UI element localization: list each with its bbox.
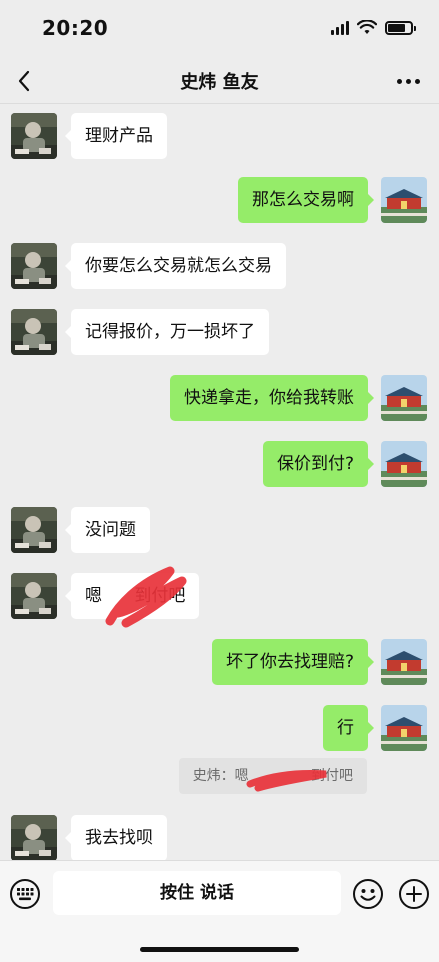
- message-row: 那怎么交易啊: [0, 177, 439, 223]
- signal-icon: [331, 20, 349, 35]
- message-row: 坏了你去找理赔?: [0, 639, 439, 685]
- contact-avatar[interactable]: [11, 815, 57, 860]
- contact-avatar[interactable]: [11, 243, 57, 289]
- message-row: 你要怎么交易就怎么交易: [0, 243, 439, 289]
- my-avatar[interactable]: [381, 705, 427, 751]
- my-avatar[interactable]: [381, 639, 427, 685]
- hold-to-talk-button[interactable]: 按住 说话: [53, 871, 341, 915]
- chat-area[interactable]: 理财产品那怎么交易啊你要怎么交易就怎么交易 记得报价，万一损坏了快递拿走，你给我转…: [0, 105, 439, 860]
- home-indicator: [140, 947, 299, 952]
- keyboard-icon[interactable]: [9, 878, 41, 910]
- message-row: 记得报价，万一损坏了: [0, 309, 439, 355]
- contact-avatar[interactable]: [11, 507, 57, 553]
- incoming-message-bubble[interactable]: 我去找呗: [65, 815, 167, 860]
- wifi-icon: [357, 20, 377, 34]
- battery-icon: [385, 20, 416, 35]
- outgoing-message-bubble[interactable]: 行: [323, 705, 374, 751]
- plus-icon[interactable]: [398, 878, 430, 910]
- outgoing-message-bubble[interactable]: 快递拿走，你给我转账: [170, 375, 374, 421]
- my-avatar[interactable]: [381, 441, 427, 487]
- status-icons: [331, 20, 416, 35]
- message-row: 快递拿走，你给我转账: [0, 375, 439, 421]
- incoming-message-bubble[interactable]: 理财产品: [65, 113, 167, 159]
- incoming-message-bubble[interactable]: 没问题: [65, 507, 150, 553]
- message-row: 没问题: [0, 507, 439, 553]
- outgoing-message-bubble[interactable]: 坏了你去找理赔?: [211, 639, 375, 685]
- quoted-message[interactable]: 史炜：嗯 到付吧: [178, 758, 367, 794]
- nav-bar: 史炜 鱼友: [0, 58, 439, 104]
- message-row: 行: [0, 705, 439, 751]
- message-row: 嗯 到付吧: [0, 566, 439, 628]
- outgoing-message-bubble[interactable]: 那怎么交易啊: [238, 177, 374, 223]
- status-bar: 20:20: [0, 0, 439, 58]
- chat-title: 史炜 鱼友: [180, 72, 259, 93]
- emoji-icon[interactable]: [352, 878, 384, 910]
- message-row: 理财产品: [0, 113, 439, 159]
- my-avatar[interactable]: [381, 375, 427, 421]
- contact-avatar[interactable]: [11, 113, 57, 159]
- message-row: 我去找呗: [0, 815, 439, 860]
- message-row: 保价到付?: [0, 441, 439, 487]
- contact-avatar[interactable]: [11, 573, 57, 619]
- input-bar: 按住 说话: [0, 860, 439, 962]
- my-avatar[interactable]: [381, 177, 427, 223]
- incoming-message-bubble[interactable]: 你要怎么交易就怎么交易: [65, 243, 286, 289]
- incoming-message-bubble[interactable]: 嗯 到付吧: [64, 573, 200, 619]
- contact-avatar[interactable]: [11, 309, 57, 355]
- status-time: 20:20: [42, 16, 109, 40]
- more-icon[interactable]: [393, 66, 423, 96]
- incoming-message-bubble[interactable]: 记得报价，万一损坏了: [65, 309, 269, 355]
- outgoing-message-bubble[interactable]: 保价到付?: [262, 441, 375, 487]
